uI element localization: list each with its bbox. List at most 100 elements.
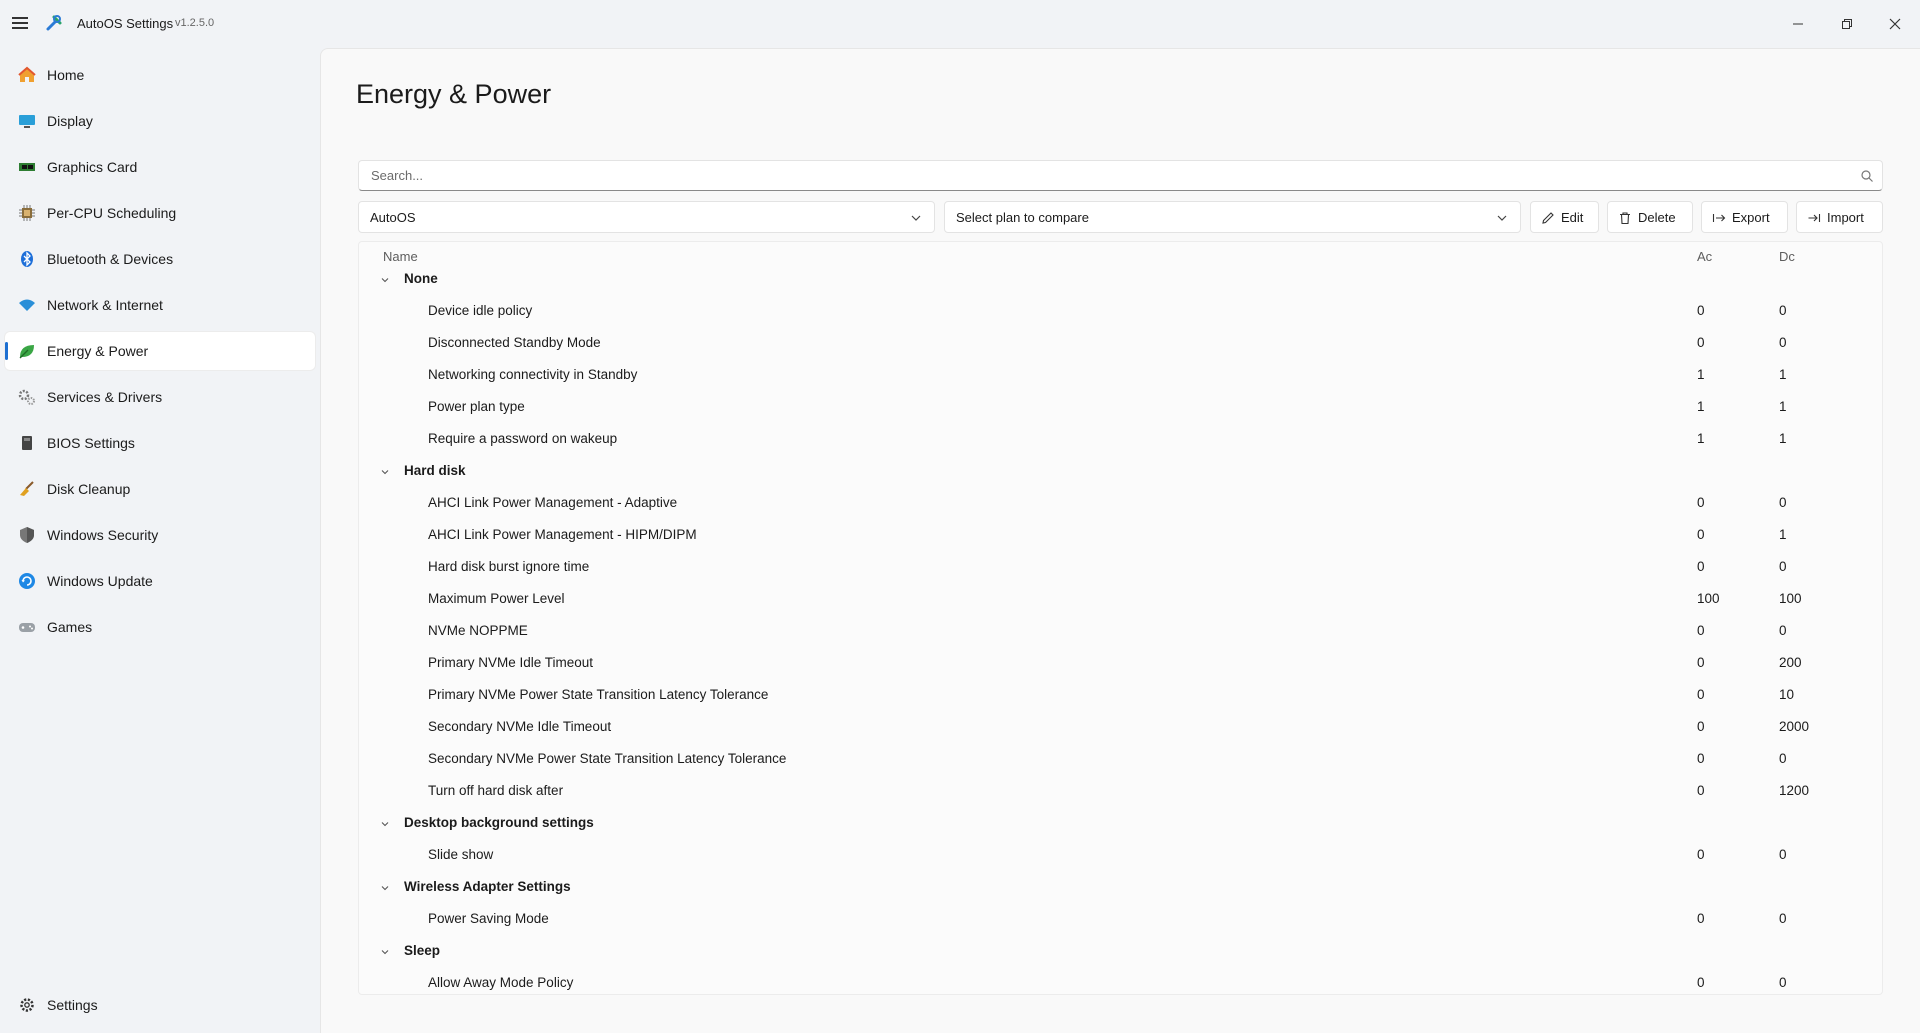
ac-value: 0 <box>1697 559 1705 574</box>
group-row[interactable]: Hard disk <box>359 456 1882 488</box>
dc-value: 1 <box>1779 367 1787 382</box>
group-row[interactable]: Sleep <box>359 936 1882 968</box>
setting-name: Secondary NVMe Power State Transition La… <box>428 751 787 766</box>
export-label: Export <box>1732 210 1770 225</box>
sidebar-item-games[interactable]: Games <box>5 608 315 646</box>
close-button[interactable] <box>1871 0 1919 48</box>
sidebar-item-label: BIOS Settings <box>47 435 135 451</box>
plan-select-dropdown[interactable]: AutoOS <box>358 201 935 233</box>
ac-value: 0 <box>1697 975 1705 990</box>
sidebar-item-network-internet[interactable]: Network & Internet <box>5 286 315 324</box>
ac-value: 0 <box>1697 751 1705 766</box>
dc-value: 0 <box>1779 975 1787 990</box>
sidebar-item-bluetooth-devices[interactable]: Bluetooth & Devices <box>5 240 315 278</box>
sidebar-item-label: Games <box>47 619 93 635</box>
chevron-down-icon[interactable] <box>380 883 390 893</box>
sidebar-item-label: Settings <box>47 997 98 1013</box>
dc-value: 10 <box>1779 687 1795 702</box>
table-row[interactable]: Require a password on wakeup 1 1 <box>359 424 1882 456</box>
sidebar-item-label: Windows Update <box>47 573 153 589</box>
ac-value: 1 <box>1697 367 1705 382</box>
sidebar-item-graphics-card[interactable]: Graphics Card <box>5 148 315 186</box>
sidebar-item-windows-security[interactable]: Windows Security <box>5 516 315 554</box>
table-row[interactable]: Secondary NVMe Idle Timeout 0 2000 <box>359 712 1882 744</box>
bios-chip-icon <box>22 436 32 450</box>
dc-value: 0 <box>1779 495 1787 510</box>
compare-plan-dropdown[interactable]: Select plan to compare <box>944 201 1521 233</box>
delete-button[interactable]: Delete <box>1607 201 1693 233</box>
table-row[interactable]: Allow Away Mode Policy 0 0 <box>359 968 1882 994</box>
minimize-icon <box>1793 23 1803 25</box>
group-row[interactable]: Wireless Adapter Settings <box>359 872 1882 904</box>
leaf-icon <box>19 345 34 359</box>
group-name: Desktop background settings <box>404 815 594 830</box>
ac-value: 0 <box>1697 527 1705 542</box>
column-header-dc[interactable]: Dc <box>1779 249 1795 264</box>
export-button[interactable]: Export <box>1701 201 1788 233</box>
app-version: v1.2.5.0 <box>175 17 215 29</box>
table-row[interactable]: Power Saving Mode 0 0 <box>359 904 1882 936</box>
group-row[interactable]: Desktop background settings <box>359 808 1882 840</box>
dc-value: 1 <box>1779 431 1787 446</box>
chevron-down-icon <box>911 215 921 221</box>
table-row[interactable]: Maximum Power Level 100 100 <box>359 584 1882 616</box>
restore-button[interactable] <box>1823 0 1871 48</box>
sidebar-item-settings[interactable]: Settings <box>5 986 315 1024</box>
table-row[interactable]: Primary NVMe Power State Transition Late… <box>359 680 1882 712</box>
table-row[interactable]: Hard disk burst ignore time 0 0 <box>359 552 1882 584</box>
setting-name: Primary NVMe Power State Transition Late… <box>428 687 769 702</box>
sidebar-item-disk-cleanup[interactable]: Disk Cleanup <box>5 470 315 508</box>
table-row[interactable]: NVMe NOPPME 0 0 <box>359 616 1882 648</box>
sidebar-item-bios-settings[interactable]: BIOS Settings <box>5 424 315 462</box>
dc-value: 100 <box>1779 591 1802 606</box>
column-header-ac[interactable]: Ac <box>1697 249 1712 264</box>
setting-name: Hard disk burst ignore time <box>428 559 590 574</box>
chevron-down-icon <box>1497 215 1507 221</box>
bluetooth-icon <box>21 251 33 267</box>
table-row[interactable]: Secondary NVMe Power State Transition La… <box>359 744 1882 776</box>
table-row[interactable]: Power plan type 1 1 <box>359 392 1882 424</box>
minimize-button[interactable] <box>1774 0 1822 48</box>
sidebar-item-label: Graphics Card <box>47 159 138 175</box>
sidebar-item-services-drivers[interactable]: Services & Drivers <box>5 378 315 416</box>
table-row[interactable]: Primary NVMe Idle Timeout 0 200 <box>359 648 1882 680</box>
sidebar-item-home[interactable]: Home <box>5 56 315 94</box>
column-header-name[interactable]: Name <box>383 249 418 264</box>
table-row[interactable]: Device idle policy 0 0 <box>359 296 1882 328</box>
import-button[interactable]: Import <box>1796 201 1883 233</box>
setting-name: Disconnected Standby Mode <box>428 335 601 350</box>
table-row[interactable]: Slide show 0 0 <box>359 840 1882 872</box>
sidebar-item-windows-update[interactable]: Windows Update <box>5 562 315 600</box>
chevron-down-icon[interactable] <box>380 819 390 829</box>
sidebar-item-label: Per-CPU Scheduling <box>47 205 177 221</box>
sidebar-item-display[interactable]: Display <box>5 102 315 140</box>
chevron-down-icon[interactable] <box>380 947 390 957</box>
sidebar-item-energy-power[interactable]: Energy & Power <box>5 332 315 370</box>
graphics-card-icon <box>19 163 35 171</box>
table-row[interactable]: AHCI Link Power Management - Adaptive 0 0 <box>359 488 1882 520</box>
import-label: Import <box>1827 210 1864 225</box>
table-row[interactable]: Networking connectivity in Standby 1 1 <box>359 360 1882 392</box>
sidebar-item-per-cpu-scheduling[interactable]: Per-CPU Scheduling <box>5 194 315 232</box>
dc-value: 0 <box>1779 751 1787 766</box>
display-icon <box>19 115 35 128</box>
search-box[interactable] <box>358 160 1883 191</box>
table-row[interactable]: Turn off hard disk after 0 1200 <box>359 776 1882 808</box>
edit-button[interactable]: Edit <box>1530 201 1599 233</box>
group-name: Sleep <box>404 943 441 958</box>
hamburger-menu-icon[interactable] <box>12 14 32 34</box>
close-icon <box>1889 18 1901 30</box>
search-input[interactable] <box>369 167 1843 184</box>
dc-value: 0 <box>1779 847 1787 862</box>
search-icon <box>1861 170 1873 182</box>
table-row[interactable]: AHCI Link Power Management - HIPM/DIPM 0 1 <box>359 520 1882 552</box>
update-icon <box>19 573 35 589</box>
table-row[interactable]: Disconnected Standby Mode 0 0 <box>359 328 1882 360</box>
chevron-down-icon[interactable] <box>380 275 390 285</box>
chevron-down-icon[interactable] <box>380 467 390 477</box>
dc-value: 0 <box>1779 911 1787 926</box>
ac-value: 0 <box>1697 623 1705 638</box>
setting-name: Primary NVMe Idle Timeout <box>428 655 594 670</box>
sidebar-item-label: Network & Internet <box>47 297 163 313</box>
group-row[interactable]: None <box>359 264 1882 296</box>
